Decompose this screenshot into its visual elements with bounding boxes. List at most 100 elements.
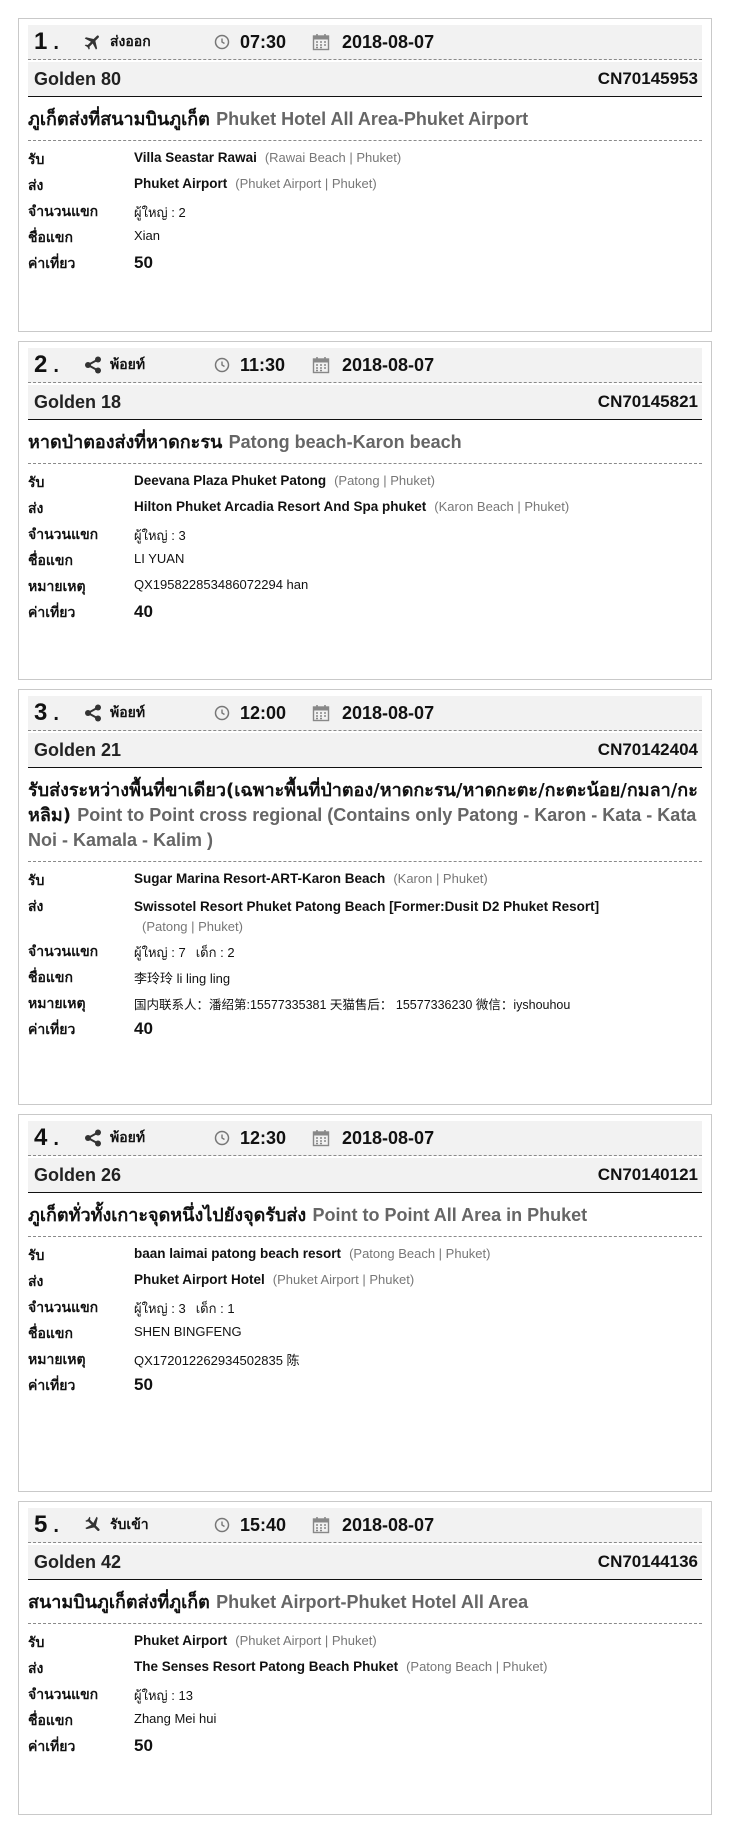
pickup-location: (Rawai Beach | Phuket) bbox=[264, 150, 402, 165]
vehicle-row: Golden 18 CN70145821 bbox=[28, 385, 702, 420]
guest-name: Xian bbox=[134, 228, 161, 243]
pickup-location: (Karon | Phuket) bbox=[393, 871, 488, 886]
dropoff-label: ส่ง bbox=[28, 178, 44, 194]
guest-name-row: ชื่อแขก 李玲玲 li ling ling bbox=[28, 963, 702, 989]
job-number: 1. bbox=[34, 28, 59, 55]
fare-row: ค่าเที่ยว 50 bbox=[28, 1371, 702, 1397]
guests-row: จำนวนแขก ผู้ใหญ่ : 3 bbox=[28, 520, 702, 546]
guest-name: 李玲玲 li ling ling bbox=[134, 971, 231, 986]
fare-label: ค่าเที่ยว bbox=[28, 605, 76, 621]
job-time: 12:30 bbox=[240, 1127, 287, 1148]
guests-label: จำนวนแขก bbox=[28, 944, 99, 960]
job-type: พ้อยท์ bbox=[110, 357, 146, 373]
vehicle-row: Golden 42 CN70144136 bbox=[28, 1545, 702, 1580]
dropoff-place: Hilton Phuket Arcadia Resort And Spa phu… bbox=[134, 499, 427, 514]
note-label: หมายเหตุ bbox=[28, 579, 86, 595]
job-card[interactable]: 3. พ้อยท์ 12:00 2018-08-07 Golden 21 CN7… bbox=[18, 689, 712, 1105]
car-name: Golden 26 bbox=[34, 1164, 122, 1185]
guests-label: จำนวนแขก bbox=[28, 204, 99, 220]
dropoff-place: Phuket Airport Hotel bbox=[134, 1272, 265, 1287]
route-title: ภูเก็ตส่งที่สนามบินภูเก็ต Phuket Hotel A… bbox=[28, 97, 702, 141]
share-icon bbox=[82, 702, 104, 724]
pickup-location: (Patong | Phuket) bbox=[334, 473, 436, 488]
booking-code[interactable]: CN70145821 bbox=[598, 392, 698, 412]
guests-row: จำนวนแขก ผู้ใหญ่ : 2 bbox=[28, 197, 702, 223]
booking-code[interactable]: CN70140121 bbox=[598, 1165, 698, 1185]
job-details: รับ Villa Seastar Rawai (Rawai Beach | Ph… bbox=[28, 141, 702, 275]
route-thai: ภูเก็ตส่งที่สนามบินภูเก็ต bbox=[28, 109, 210, 130]
route-english: Phuket Hotel All Area-Phuket Airport bbox=[216, 109, 529, 129]
dropoff-location: (Patong | Phuket) bbox=[142, 919, 243, 934]
clock-icon bbox=[214, 1130, 230, 1146]
dropoff-place: Phuket Airport bbox=[134, 176, 228, 191]
fare-label: ค่าเที่ยว bbox=[28, 1739, 76, 1755]
job-card[interactable]: 1. ส่งออก 07:30 2018-08-07 Golden 80 CN7… bbox=[18, 18, 712, 332]
fare-value: 40 bbox=[134, 1019, 153, 1038]
booking-code[interactable]: CN70145953 bbox=[598, 69, 698, 89]
job-time: 07:30 bbox=[240, 31, 287, 52]
fare-row: ค่าเที่ยว 50 bbox=[28, 249, 702, 275]
route-title: ภูเก็ตทั่วทั้งเกาะจุดหนึ่งไปยังจุดรับส่ง… bbox=[28, 1193, 702, 1237]
job-card[interactable]: 4. พ้อยท์ 12:30 2018-08-07 Golden 26 CN7… bbox=[18, 1114, 712, 1492]
pickup-place: Villa Seastar Rawai bbox=[134, 150, 257, 165]
booking-code[interactable]: CN70144136 bbox=[598, 1552, 698, 1572]
calendar-icon bbox=[312, 356, 330, 374]
adult-label: ผู้ใหญ่ : bbox=[134, 1688, 175, 1703]
car-name: Golden 18 bbox=[34, 391, 122, 412]
vehicle-row: Golden 21 CN70142404 bbox=[28, 733, 702, 768]
calendar-icon bbox=[312, 1129, 330, 1147]
guest-name-row: ชื่อแขก Xian bbox=[28, 223, 702, 249]
adult-label: ผู้ใหญ่ : bbox=[134, 945, 175, 960]
dropoff-row: ส่ง Phuket Airport Hotel (Phuket Airport … bbox=[28, 1267, 702, 1293]
job-card[interactable]: 2. พ้อยท์ 11:30 2018-08-07 Golden 18 CN7… bbox=[18, 341, 712, 680]
child-count: 1 bbox=[227, 1301, 235, 1316]
pickup-label: รับ bbox=[28, 1635, 45, 1651]
adult-count: 2 bbox=[178, 205, 186, 220]
route-thai: สนามบินภูเก็ตส่งที่ภูเก็ต bbox=[28, 1592, 210, 1613]
job-number: 3. bbox=[34, 699, 59, 726]
guest-name-label: ชื่อแขก bbox=[28, 1326, 73, 1342]
job-card[interactable]: 5. รับเข้า 15:40 2018-08-07 Golden 42 CN… bbox=[18, 1501, 712, 1815]
pickup-label: รับ bbox=[28, 873, 45, 889]
job-type: พ้อยท์ bbox=[110, 1130, 146, 1146]
guest-name-label: ชื่อแขก bbox=[28, 970, 73, 986]
dropoff-label: ส่ง bbox=[28, 899, 44, 915]
note-text: QX195822853486072294 han bbox=[134, 577, 309, 592]
pickup-row: รับ baan laimai patong beach resort (Pato… bbox=[28, 1241, 702, 1267]
dropoff-location: (Phuket Airport | Phuket) bbox=[235, 176, 377, 191]
note-text: QX172012262934502835 陈 bbox=[134, 1353, 300, 1368]
fare-value: 40 bbox=[134, 602, 153, 621]
note-row: หมายเหตุ 国内联系人：潘绍第:15577335381 天猫售后： 155… bbox=[28, 989, 702, 1015]
car-name: Golden 42 bbox=[34, 1551, 122, 1572]
booking-code[interactable]: CN70142404 bbox=[598, 740, 698, 760]
adult-count: 7 bbox=[178, 945, 186, 960]
dropoff-label: ส่ง bbox=[28, 1661, 44, 1677]
pickup-row: รับ Sugar Marina Resort-ART-Karon Beach (… bbox=[28, 866, 702, 892]
fare-row: ค่าเที่ยว 40 bbox=[28, 598, 702, 624]
guests-row: จำนวนแขก ผู้ใหญ่ : 13 bbox=[28, 1680, 702, 1706]
route-english: Point to Point cross regional (Contains … bbox=[28, 805, 697, 850]
job-date: 2018-08-07 bbox=[342, 1514, 435, 1535]
job-type: ส่งออก bbox=[110, 34, 151, 50]
route-english: Patong beach-Karon beach bbox=[228, 432, 462, 452]
pickup-row: รับ Deevana Plaza Phuket Patong (Patong |… bbox=[28, 468, 702, 494]
clock-icon bbox=[214, 705, 230, 721]
share-icon bbox=[82, 1127, 104, 1149]
job-details: รับ baan laimai patong beach resort (Pato… bbox=[28, 1237, 702, 1397]
airplane-depart-icon bbox=[82, 31, 104, 53]
job-date: 2018-08-07 bbox=[342, 354, 435, 375]
pickup-label: รับ bbox=[28, 152, 45, 168]
job-time: 11:30 bbox=[240, 354, 286, 375]
airplane-arrive-icon bbox=[82, 1514, 104, 1536]
clock-icon bbox=[214, 34, 230, 50]
calendar-icon bbox=[312, 704, 330, 722]
vehicle-row: Golden 80 CN70145953 bbox=[28, 62, 702, 97]
route-title: รับส่งระหว่างพื้นที่ขาเดียว(เฉพาะพื้นที่… bbox=[28, 768, 702, 862]
fare-label: ค่าเที่ยว bbox=[28, 1378, 76, 1394]
share-icon bbox=[82, 354, 104, 376]
route-thai: หาดป่าตองส่งที่หาดกะรน bbox=[28, 432, 223, 453]
dropoff-row: ส่ง Phuket Airport (Phuket Airport | Phuk… bbox=[28, 171, 702, 197]
guest-name-row: ชื่อแขก SHEN BINGFENG bbox=[28, 1319, 702, 1345]
dropoff-label: ส่ง bbox=[28, 1274, 44, 1290]
guest-name-row: ชื่อแขก Zhang Mei hui bbox=[28, 1706, 702, 1732]
